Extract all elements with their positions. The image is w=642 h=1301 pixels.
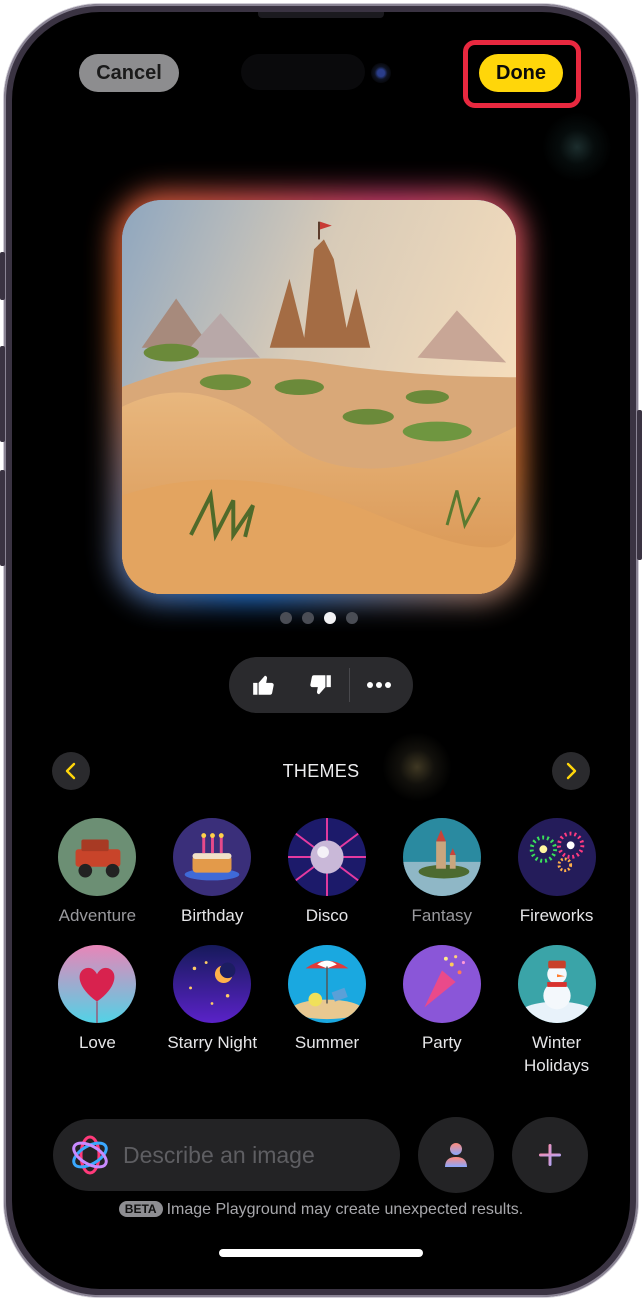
thumbs-down-icon: [310, 675, 331, 695]
theme-disco[interactable]: Disco: [270, 818, 385, 927]
cancel-button[interactable]: Cancel: [79, 54, 179, 92]
prompt-input[interactable]: [123, 1141, 383, 1169]
person-icon: [445, 1143, 467, 1167]
page-dot[interactable]: [302, 612, 314, 624]
theme-thumbnail: [402, 945, 481, 1023]
plus-icon: [539, 1144, 561, 1166]
theme-party[interactable]: Party: [384, 945, 499, 1077]
theme-label: Starry Night: [167, 1033, 258, 1052]
beta-badge: BETA: [118, 1201, 163, 1217]
theme-starry-night[interactable]: Starry Night: [155, 945, 270, 1077]
themes-header: THEMES: [52, 752, 590, 790]
theme-thumbnail: [58, 945, 137, 1023]
theme-label: Disco: [305, 906, 349, 925]
volume-down-button: [0, 470, 5, 566]
power-button: [637, 410, 642, 560]
thumbs-up-button[interactable]: [241, 662, 287, 708]
moon-stars-icon: [173, 945, 252, 1023]
disclaimer: BETA Image Playground may create unexpect…: [12, 1201, 630, 1219]
page-indicator[interactable]: [280, 612, 358, 624]
theme-thumbnail: [402, 818, 481, 896]
theme-fantasy[interactable]: Fantasy: [384, 818, 499, 927]
theme-birthday[interactable]: Birthday: [155, 818, 270, 927]
earpiece: [258, 12, 384, 18]
themes-next-button[interactable]: [552, 752, 590, 790]
more-options-button[interactable]: [356, 662, 402, 708]
theme-adventure[interactable]: Adventure: [40, 818, 155, 927]
ambient-glow: [542, 112, 612, 182]
theme-label: Party: [421, 1033, 462, 1052]
thumbs-up-icon: [253, 675, 274, 695]
theme-label: Birthday: [181, 906, 244, 925]
screen: Cancel Done THEMES Adventure Birthday Di…: [12, 12, 630, 1289]
theme-love[interactable]: Love: [40, 945, 155, 1077]
theme-fireworks[interactable]: Fireworks: [499, 818, 614, 927]
chevron-right-icon: [566, 762, 577, 780]
dynamic-island: [241, 54, 365, 90]
snowman-icon: [517, 945, 596, 1023]
theme-label: Winter Holidays: [523, 1033, 590, 1075]
ellipsis-icon: [367, 682, 391, 688]
desert-castle-illustration: [122, 200, 516, 594]
party-popper-icon: [402, 945, 481, 1023]
theme-thumbnail: [517, 945, 596, 1023]
done-button-highlight: [463, 40, 581, 108]
image-playground-logo-icon: [72, 1135, 108, 1175]
generated-image[interactable]: [122, 200, 516, 594]
add-button[interactable]: [512, 1117, 588, 1193]
page-dot-active[interactable]: [324, 612, 336, 624]
theme-label: Summer: [294, 1033, 360, 1052]
disclaimer-text: Image Playground may create unexpected r…: [166, 1201, 524, 1218]
theme-thumbnail: [173, 945, 252, 1023]
theme-label: Love: [78, 1033, 116, 1052]
heart-balloon-icon: [58, 945, 137, 1023]
birthday-cake-icon: [173, 818, 252, 896]
theme-thumbnail: [58, 818, 137, 896]
theme-winter-holidays[interactable]: Winter Holidays: [499, 945, 614, 1077]
theme-thumbnail: [173, 818, 252, 896]
thumbs-down-button[interactable]: [297, 662, 343, 708]
divider: [349, 668, 350, 702]
theme-label: Adventure: [58, 906, 137, 925]
jeep-icon: [58, 818, 137, 896]
themes-grid: Adventure Birthday Disco Fantasy Firewor…: [40, 818, 614, 1077]
volume-up-button: [0, 346, 5, 442]
theme-thumbnail: [287, 818, 366, 896]
page-dot[interactable]: [280, 612, 292, 624]
fireworks-icon: [517, 818, 596, 896]
home-indicator[interactable]: [219, 1249, 423, 1257]
themes-title: THEMES: [282, 761, 360, 781]
theme-thumbnail: [287, 945, 366, 1023]
front-camera: [371, 63, 391, 83]
theme-thumbnail: [517, 818, 596, 896]
theme-summer[interactable]: Summer: [270, 945, 385, 1077]
action-button: [0, 252, 5, 300]
floating-island-castle-icon: [402, 818, 481, 896]
page-dot[interactable]: [346, 612, 358, 624]
theme-label: Fireworks: [519, 906, 594, 925]
add-person-button[interactable]: [418, 1117, 494, 1193]
beach-umbrella-icon: [287, 945, 366, 1023]
theme-label: Fantasy: [411, 906, 473, 925]
disco-ball-icon: [287, 818, 366, 896]
prompt-field[interactable]: [53, 1119, 400, 1191]
feedback-bar: [229, 657, 413, 713]
